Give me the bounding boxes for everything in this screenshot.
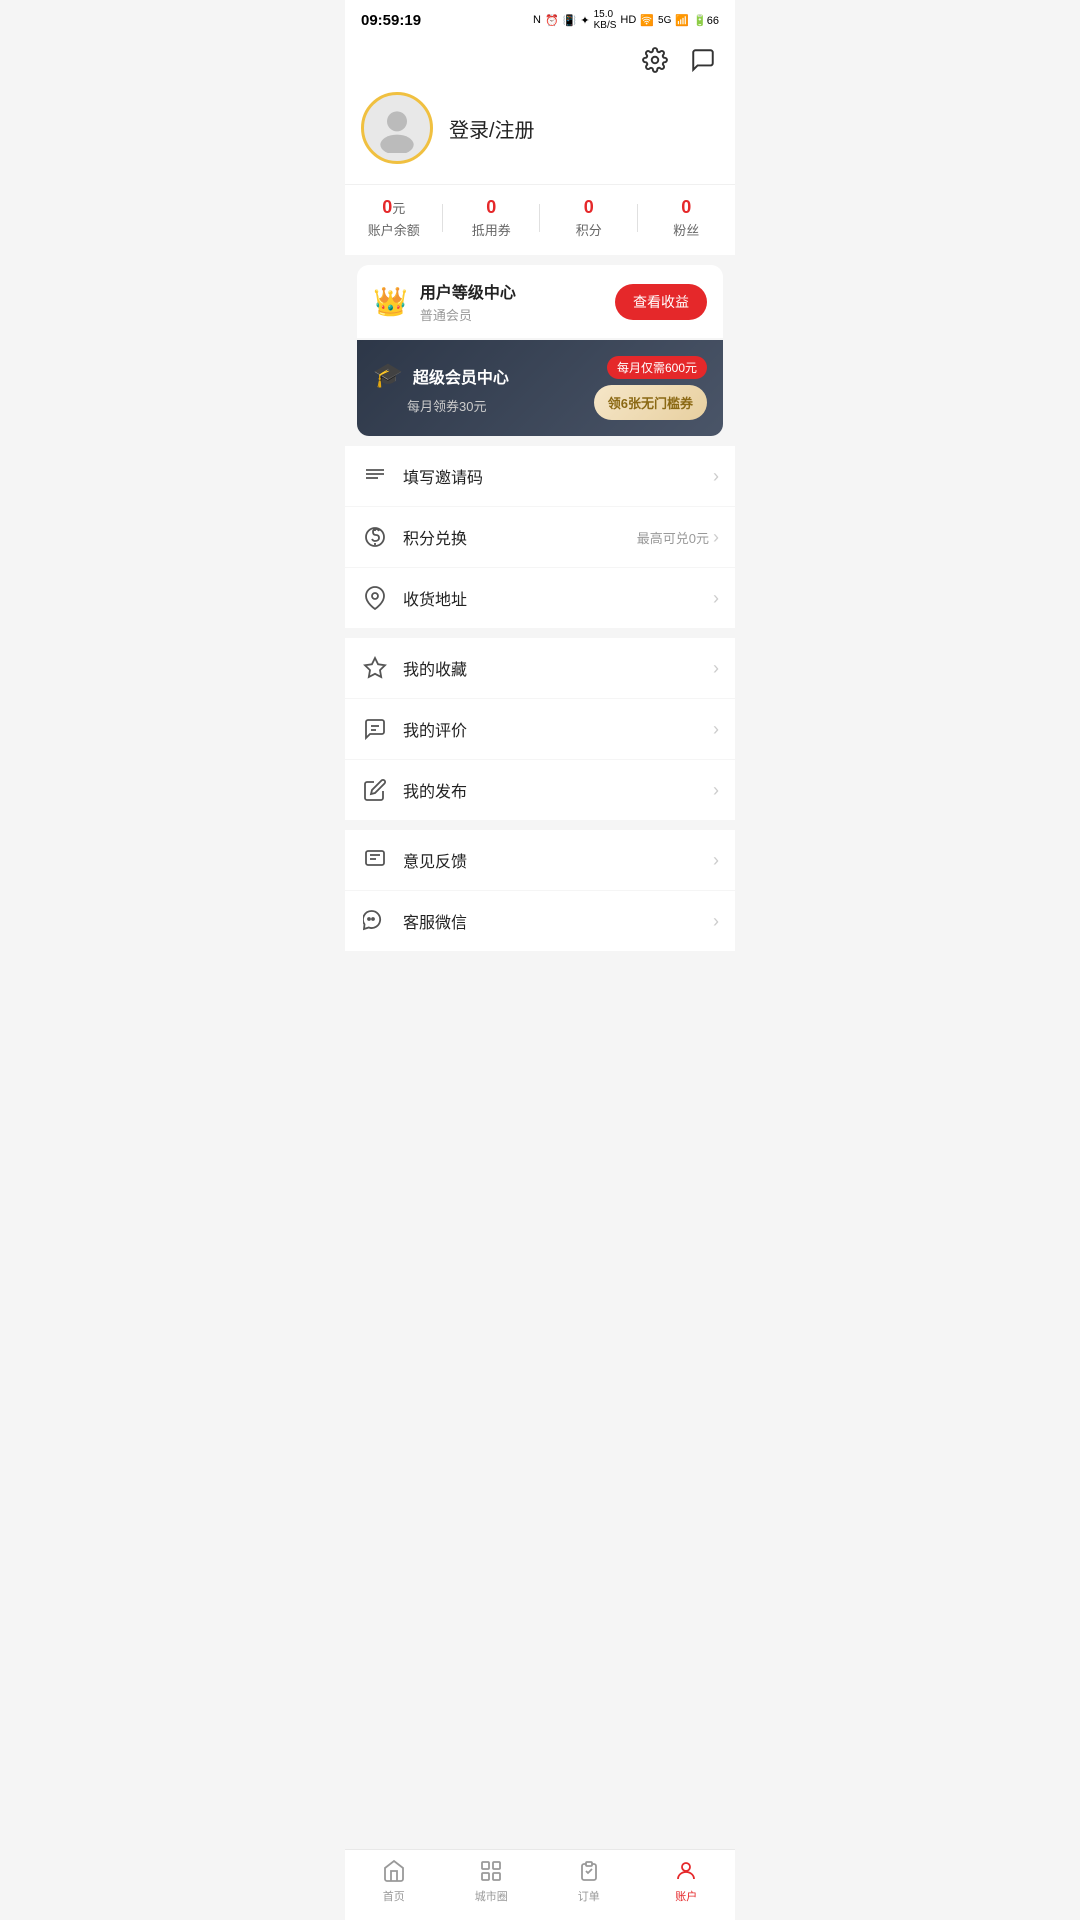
nav-item-city-circle[interactable]: 城市圈 [443, 1858, 541, 1904]
chevron-icon: › [713, 719, 719, 740]
city-circle-icon [478, 1858, 504, 1884]
orders-icon [576, 1858, 602, 1884]
avatar[interactable] [361, 92, 433, 164]
nav-item-home[interactable]: 首页 [345, 1858, 443, 1904]
wechat-icon [361, 907, 389, 935]
price-badge: 每月仅需600元 [607, 356, 707, 379]
nav-item-orders[interactable]: 订单 [540, 1858, 638, 1904]
super-member-subtitle: 每月领券30元 [407, 396, 509, 415]
favorites-icon [361, 654, 389, 682]
favorites-label: 我的收藏 [403, 656, 713, 680]
account-label: 账户 [675, 1888, 697, 1904]
profile-section: 登录/注册 [345, 92, 735, 184]
menu-item-feedback[interactable]: 意见反馈 › [345, 830, 735, 891]
publish-label: 我的发布 [403, 778, 713, 802]
stat-coupons[interactable]: 0 抵用券 [443, 197, 541, 239]
super-member-title: 超级会员中心 [413, 364, 509, 388]
login-register-button[interactable]: 登录/注册 [449, 114, 535, 143]
message-button[interactable] [687, 44, 719, 76]
menu-item-shipping-address[interactable]: 收货地址 › [345, 568, 735, 628]
coupon-button[interactable]: 领6张无门槛券 [594, 385, 707, 420]
menu-group-3: 意见反馈 › 客服微信 › [345, 830, 735, 951]
chevron-icon: › [713, 658, 719, 679]
city-circle-label: 城市圈 [475, 1888, 508, 1904]
stat-balance[interactable]: 0元 账户余额 [345, 197, 443, 239]
feedback-icon [361, 846, 389, 874]
settings-button[interactable] [639, 44, 671, 76]
home-label: 首页 [383, 1888, 405, 1904]
points-exchange-sub: 最高可兑0元 [637, 528, 709, 547]
menu-group-2: 我的收藏 › 我的评价 › 我的发布 › [345, 638, 735, 820]
home-icon [381, 1858, 407, 1884]
reviews-label: 我的评价 [403, 717, 713, 741]
status-time: 09:59:19 [361, 12, 421, 29]
shipping-address-icon [361, 584, 389, 612]
status-bar: 09:59:19 N ⏰ 📳 ✦ 15.0KB/S HD 🛜 5G 📶 🔋66 [345, 0, 735, 36]
menu-group-1: 填写邀请码 › 积分兑换 最高可兑0元 › 收货地址 › [345, 446, 735, 628]
chevron-icon: › [713, 780, 719, 801]
level-title: 用户等级中心 [420, 279, 516, 303]
feedback-label: 意见反馈 [403, 848, 713, 872]
chevron-icon: › [713, 527, 719, 548]
menu-item-favorites[interactable]: 我的收藏 › [345, 638, 735, 699]
menu-item-invite-code[interactable]: 填写邀请码 › [345, 446, 735, 507]
chevron-icon: › [713, 850, 719, 871]
menu-item-points-exchange[interactable]: 积分兑换 最高可兑0元 › [345, 507, 735, 568]
menu-item-publish[interactable]: 我的发布 › [345, 760, 735, 820]
points-exchange-icon [361, 523, 389, 551]
graduation-icon: 🎓 [373, 361, 403, 390]
invite-code-icon [361, 462, 389, 490]
chevron-icon: › [713, 911, 719, 932]
view-earnings-button[interactable]: 查看收益 [615, 284, 707, 320]
card-section: 👑 用户等级中心 普通会员 查看收益 🎓 超级会员中心 每月领券30元 每月仅需… [357, 265, 723, 436]
points-exchange-label: 积分兑换 [403, 525, 637, 549]
level-card[interactable]: 👑 用户等级中心 普通会员 查看收益 [357, 265, 723, 338]
status-icons: N ⏰ 📳 ✦ 15.0KB/S HD 🛜 5G 📶 🔋66 [533, 9, 719, 31]
level-subtitle: 普通会员 [420, 305, 516, 324]
menu-item-reviews[interactable]: 我的评价 › [345, 699, 735, 760]
chevron-icon: › [713, 466, 719, 487]
header [345, 36, 735, 92]
invite-code-label: 填写邀请码 [403, 464, 713, 488]
bottom-nav: 首页 城市圈 订单 [345, 1849, 735, 1920]
reviews-icon [361, 715, 389, 743]
crown-icon: 👑 [373, 285, 408, 318]
nav-item-account[interactable]: 账户 [638, 1858, 736, 1904]
menu-item-wechat-service[interactable]: 客服微信 › [345, 891, 735, 951]
orders-label: 订单 [578, 1888, 600, 1904]
stats-row: 0元 账户余额 0 抵用券 0 积分 0 粉丝 [345, 184, 735, 255]
stat-followers[interactable]: 0 粉丝 [638, 197, 736, 239]
super-member-card[interactable]: 🎓 超级会员中心 每月领券30元 每月仅需600元 领6张无门槛券 [357, 340, 723, 436]
publish-icon [361, 776, 389, 804]
wechat-service-label: 客服微信 [403, 909, 713, 933]
account-icon [673, 1858, 699, 1884]
stat-points[interactable]: 0 积分 [540, 197, 638, 239]
shipping-address-label: 收货地址 [403, 586, 713, 610]
chevron-icon: › [713, 588, 719, 609]
